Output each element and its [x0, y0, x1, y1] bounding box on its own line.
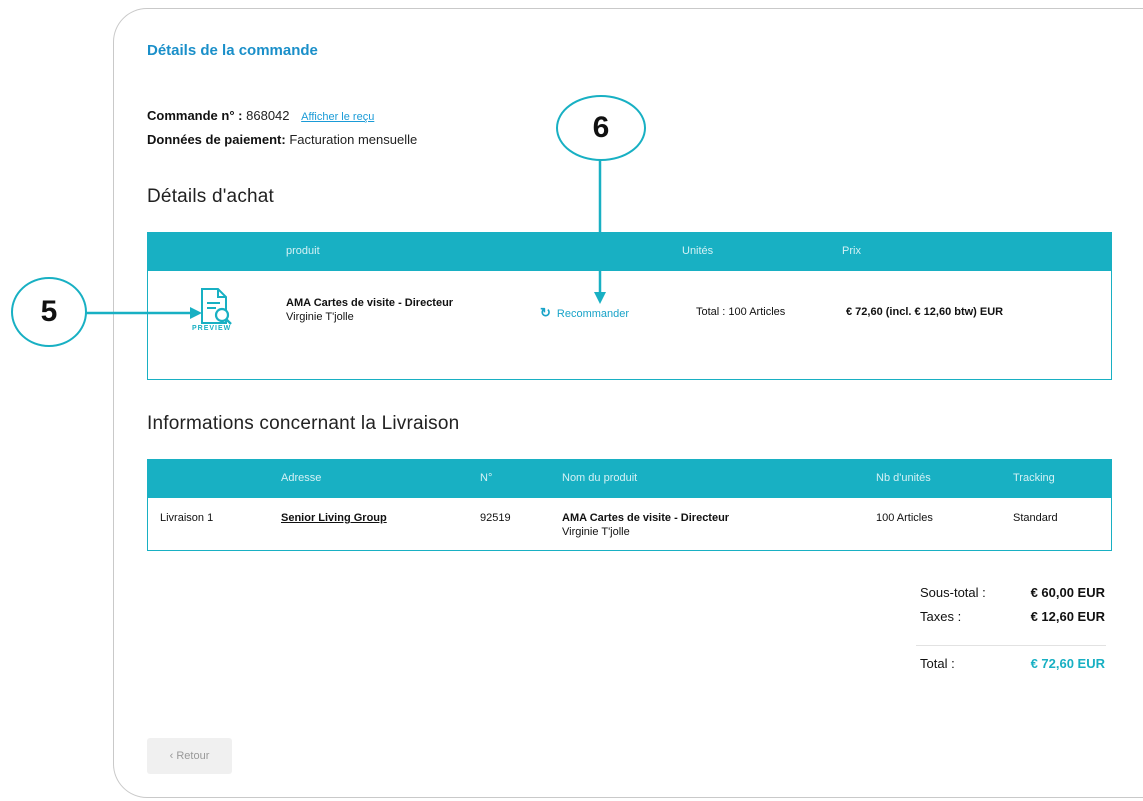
callout-5: 5	[11, 277, 87, 347]
purchase-table-header: produit Unités Prix	[148, 233, 1111, 271]
delivery-number: 92519	[480, 512, 511, 524]
purchase-price: € 72,60 (incl. € 12,60 btw) EUR	[846, 306, 1004, 318]
reorder-button[interactable]: ↻ Recommander	[540, 305, 629, 321]
delivery-product-cell: AMA Cartes de visite - Directeur Virgini…	[562, 512, 729, 538]
purchase-product-person: Virginie T'jolle	[286, 311, 354, 323]
order-number-value: 868042	[246, 108, 290, 123]
callout-6: 6	[556, 95, 646, 161]
purchase-section-title: Détails d'achat	[147, 186, 275, 207]
delivery-table: Adresse N° Nom du produit Nb d'unités Tr…	[147, 459, 1112, 551]
totals-divider	[916, 645, 1106, 646]
col-tracking: Tracking	[1013, 472, 1055, 484]
preview-label: PREVIEW	[192, 325, 232, 332]
payment-value: Facturation mensuelle	[289, 132, 418, 147]
col-address: Adresse	[281, 472, 322, 484]
payment-line: Données de paiement: Facturation mensuel…	[147, 132, 417, 147]
order-number-line: Commande n° : 868042 Afficher le reçu	[147, 108, 374, 123]
page-title: Détails de la commande	[147, 42, 318, 59]
delivery-label: Livraison 1	[160, 512, 214, 524]
delivery-product-name: AMA Cartes de visite - Directeur	[562, 512, 730, 524]
refresh-icon: ↻	[540, 305, 551, 320]
taxes-label: Taxes :	[920, 609, 962, 624]
col-units: Unités	[682, 245, 714, 257]
purchase-table: produit Unités Prix PREVIEW AMA Cartes d…	[147, 232, 1112, 380]
delivery-product-person: Virginie T'jolle	[562, 526, 630, 538]
callout-6-arrow	[594, 160, 606, 304]
callout-5-arrow	[86, 307, 202, 319]
col-product-name: Nom du produit	[562, 472, 638, 484]
payment-label: Données de paiement:	[147, 132, 286, 147]
col-price: Prix	[842, 245, 861, 257]
order-number-sep: :	[234, 108, 243, 123]
total-label: Total :	[920, 656, 955, 671]
delivery-section-title: Informations concernant la Livraison	[147, 413, 460, 434]
purchase-product-name: AMA Cartes de visite - Directeur	[286, 297, 454, 309]
order-number-label: Commande n°	[147, 108, 235, 123]
col-unit-count: Nb d'unités	[876, 472, 931, 484]
delivery-units: 100 Articles	[876, 512, 933, 524]
show-receipt-link[interactable]: Afficher le reçu	[301, 111, 374, 123]
total-value: € 72,60 EUR	[1030, 656, 1105, 671]
reorder-label: Recommander	[556, 308, 630, 320]
back-button[interactable]: ‹ Retour	[147, 738, 232, 774]
delivery-tracking: Standard	[1013, 512, 1058, 524]
col-product: produit	[286, 245, 320, 257]
purchase-units: Total : 100 Articles	[696, 306, 786, 318]
purchase-product-cell: AMA Cartes de visite - Directeur Virgini…	[286, 297, 453, 323]
delivery-address-link[interactable]: Senior Living Group	[281, 512, 387, 524]
delivery-table-header: Adresse N° Nom du produit Nb d'unités Tr…	[148, 460, 1111, 498]
taxes-value: € 12,60 EUR	[1030, 609, 1105, 624]
subtotal-label: Sous-total :	[920, 585, 986, 600]
col-number: N°	[480, 472, 493, 484]
subtotal-value: € 60,00 EUR	[1030, 585, 1105, 600]
